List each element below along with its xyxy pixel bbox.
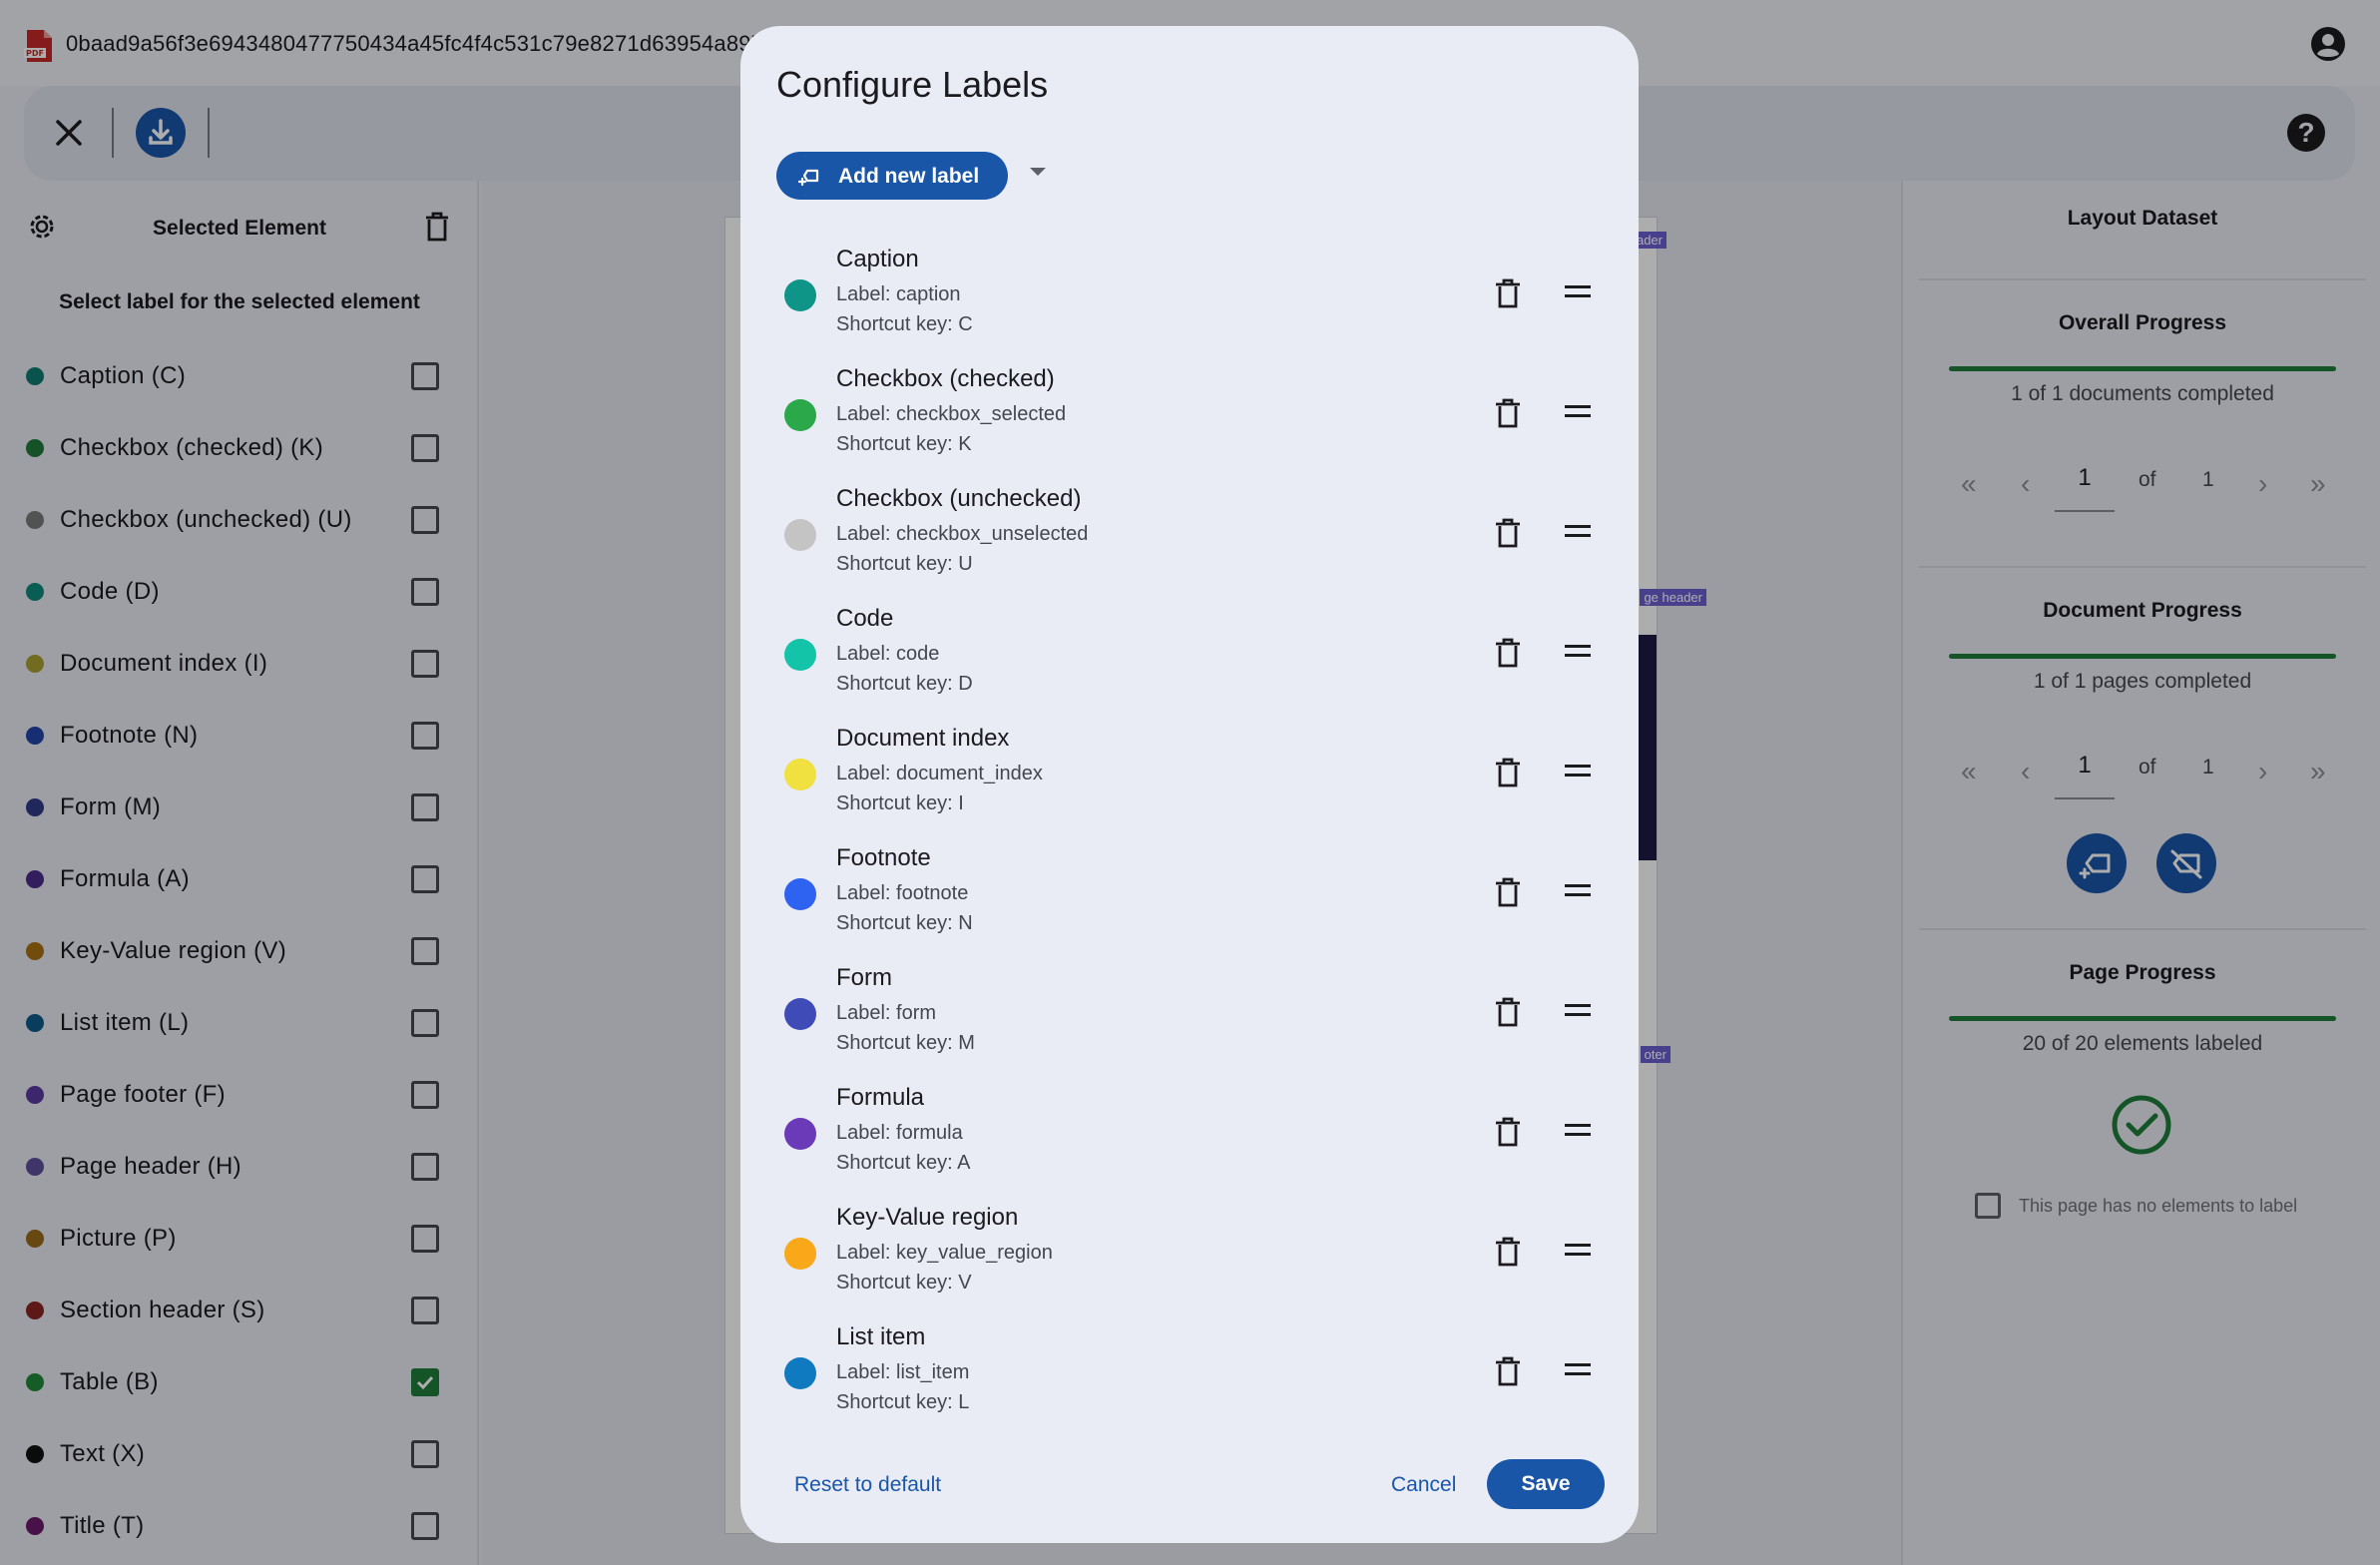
- drag-handle-icon[interactable]: [1565, 405, 1591, 419]
- label-shortcut: Shortcut key: C: [836, 313, 973, 335]
- label-config-item[interactable]: List item Label: list_item Shortcut key: L: [740, 1317, 1639, 1437]
- label-config-item[interactable]: Caption Label: caption Shortcut key: C: [740, 240, 1639, 359]
- label-identifier: Label: code: [836, 643, 940, 665]
- add-new-label-text: Add new label: [838, 165, 980, 188]
- label-identifier: Label: form: [836, 1002, 937, 1024]
- label-shortcut: Shortcut key: D: [836, 673, 973, 695]
- label-color-swatch[interactable]: [784, 519, 816, 551]
- label-display-name: List item: [836, 1323, 926, 1350]
- chevron-down-icon[interactable]: [1030, 168, 1046, 176]
- label-shortcut: Shortcut key: I: [836, 792, 964, 814]
- label-color-swatch[interactable]: [784, 1357, 816, 1389]
- label-shortcut: Shortcut key: M: [836, 1032, 975, 1054]
- label-identifier: Label: checkbox_unselected: [836, 523, 1089, 545]
- label-identifier: Label: formula: [836, 1122, 963, 1144]
- label-display-name: Form: [836, 964, 892, 991]
- label-config-item[interactable]: Form Label: form Shortcut key: M: [740, 958, 1639, 1078]
- label-identifier: Label: checkbox_selected: [836, 403, 1067, 425]
- drag-handle-icon[interactable]: [1565, 1363, 1591, 1377]
- trash-icon[interactable]: [1493, 1355, 1523, 1387]
- add-new-label-button[interactable]: Add new label: [776, 152, 1008, 200]
- label-shortcut: Shortcut key: K: [836, 433, 972, 455]
- label-shortcut: Shortcut key: L: [836, 1391, 970, 1413]
- trash-icon[interactable]: [1493, 1116, 1523, 1148]
- label-color-swatch[interactable]: [784, 399, 816, 431]
- label-shortcut: Shortcut key: N: [836, 912, 973, 934]
- cancel-button[interactable]: Cancel: [1391, 1473, 1456, 1497]
- label-color-swatch[interactable]: [784, 878, 816, 910]
- label-display-name: Document index: [836, 725, 1010, 752]
- label-config-item[interactable]: Checkbox (checked) Label: checkbox_select…: [740, 359, 1639, 479]
- label-identifier: Label: caption: [836, 283, 961, 305]
- drag-handle-icon[interactable]: [1565, 525, 1591, 539]
- label-identifier: Label: footnote: [836, 882, 969, 904]
- label-identifier: Label: key_value_region: [836, 1242, 1053, 1264]
- label-color-swatch[interactable]: [784, 1238, 816, 1270]
- drag-handle-icon[interactable]: [1565, 1124, 1591, 1138]
- label-color-swatch[interactable]: [784, 1118, 816, 1150]
- trash-icon[interactable]: [1493, 637, 1523, 669]
- reset-to-default-button[interactable]: Reset to default: [794, 1473, 941, 1497]
- drag-handle-icon[interactable]: [1565, 1004, 1591, 1018]
- label-display-name: Footnote: [836, 844, 931, 871]
- label-config-item[interactable]: Footnote Label: footnote Shortcut key: N: [740, 838, 1639, 958]
- label-color-swatch[interactable]: [784, 639, 816, 671]
- label-display-name: Checkbox (unchecked): [836, 485, 1082, 512]
- drag-handle-icon[interactable]: [1565, 1244, 1591, 1258]
- label-shortcut: Shortcut key: V: [836, 1272, 972, 1294]
- save-button[interactable]: Save: [1487, 1459, 1605, 1509]
- label-config-item[interactable]: Code Label: code Shortcut key: D: [740, 599, 1639, 719]
- trash-icon[interactable]: [1493, 277, 1523, 309]
- label-config-item[interactable]: Formula Label: formula Shortcut key: A: [740, 1078, 1639, 1198]
- label-display-name: Checkbox (checked): [836, 365, 1055, 392]
- label-config-item[interactable]: Document index Label: document_index Short…: [740, 719, 1639, 838]
- trash-icon[interactable]: [1493, 1236, 1523, 1268]
- drag-handle-icon[interactable]: [1565, 884, 1591, 898]
- drag-handle-icon[interactable]: [1565, 765, 1591, 779]
- label-color-swatch[interactable]: [784, 759, 816, 790]
- label-display-name: Code: [836, 605, 894, 632]
- label-config-item[interactable]: Key-Value region Label: key_value_region S…: [740, 1198, 1639, 1317]
- trash-icon[interactable]: [1493, 876, 1523, 908]
- drag-handle-icon[interactable]: [1565, 645, 1591, 659]
- trash-icon[interactable]: [1493, 757, 1523, 788]
- drag-handle-icon[interactable]: [1565, 285, 1591, 299]
- label-color-swatch[interactable]: [784, 279, 816, 311]
- dialog-title: Configure Labels: [776, 64, 1049, 105]
- trash-icon[interactable]: [1493, 397, 1523, 429]
- trash-icon[interactable]: [1493, 996, 1523, 1028]
- label-display-name: Formula: [836, 1084, 925, 1111]
- label-shortcut: Shortcut key: U: [836, 553, 973, 575]
- label-config-item[interactable]: Checkbox (unchecked) Label: checkbox_unse…: [740, 479, 1639, 599]
- label-display-name: Key-Value region: [836, 1204, 1019, 1231]
- label-color-swatch[interactable]: [784, 998, 816, 1030]
- label-add-icon: [798, 169, 819, 187]
- trash-icon[interactable]: [1493, 517, 1523, 549]
- label-identifier: Label: document_index: [836, 763, 1043, 784]
- label-display-name: Caption: [836, 246, 919, 272]
- label-identifier: Label: list_item: [836, 1361, 970, 1383]
- label-shortcut: Shortcut key: A: [836, 1152, 971, 1174]
- configure-labels-dialog: Configure Labels Add new label Caption La…: [740, 26, 1639, 1543]
